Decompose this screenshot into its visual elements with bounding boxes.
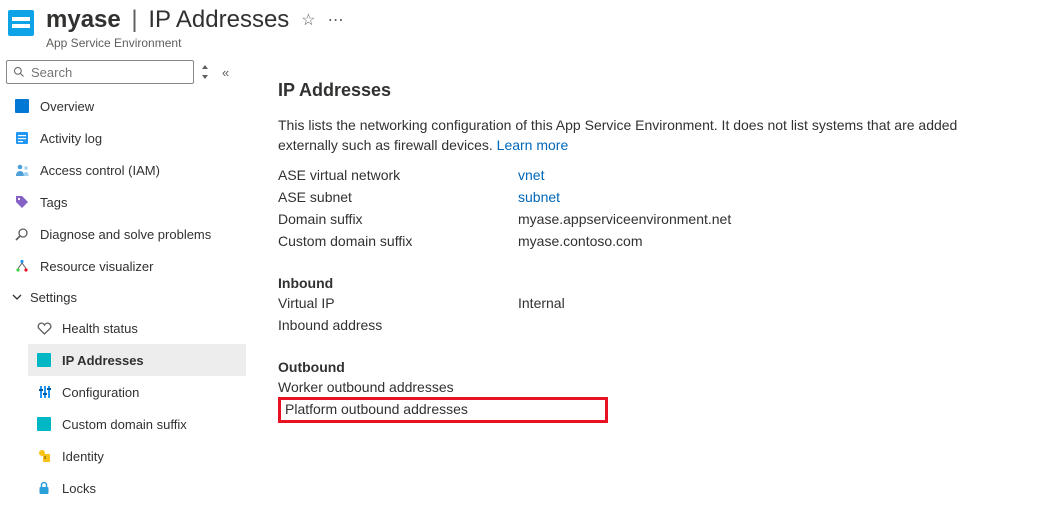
sidebar-item-tags[interactable]: Tags bbox=[6, 186, 246, 218]
page-title: myase | IP Addresses bbox=[46, 6, 289, 34]
search-icon bbox=[13, 66, 25, 78]
more-icon[interactable]: ⋯ bbox=[328, 10, 344, 30]
sidebar-item-label: Identity bbox=[62, 449, 104, 464]
locks-icon bbox=[36, 480, 52, 496]
main-content: IP Addresses This lists the networking c… bbox=[254, 60, 1040, 504]
health-status-icon bbox=[36, 320, 52, 336]
favorite-icon[interactable]: ☆ bbox=[301, 10, 315, 30]
sidebar-item-resource-visualizer[interactable]: Resource visualizer bbox=[6, 250, 246, 282]
resource-visualizer-icon bbox=[14, 258, 30, 274]
ase-vnet-link[interactable]: vnet bbox=[518, 167, 544, 183]
sidebar-item-label: IP Addresses bbox=[62, 353, 144, 368]
sidebar-item-ip-addresses[interactable]: IP Addresses bbox=[28, 344, 246, 376]
sidebar-group-label: Settings bbox=[30, 290, 77, 305]
sidebar: « Overview Activity log Access control (… bbox=[0, 60, 254, 504]
custom-domain-icon bbox=[36, 416, 52, 432]
custom-domain-suffix-label: Custom domain suffix bbox=[278, 233, 518, 249]
sidebar-item-custom-domain-suffix[interactable]: Custom domain suffix bbox=[28, 408, 246, 440]
resource-type-label: App Service Environment bbox=[46, 36, 1032, 50]
sidebar-item-label: Overview bbox=[40, 99, 94, 114]
collapse-sidebar-icon[interactable]: « bbox=[222, 65, 229, 80]
identity-icon bbox=[36, 448, 52, 464]
inbound-heading: Inbound bbox=[278, 275, 1040, 291]
platform-outbound-label: Platform outbound addresses bbox=[285, 401, 468, 417]
sidebar-group-settings[interactable]: Settings bbox=[6, 282, 246, 312]
sidebar-item-label: Activity log bbox=[40, 131, 102, 146]
sidebar-item-configuration[interactable]: Configuration bbox=[28, 376, 246, 408]
description-text: This lists the networking configuration … bbox=[278, 115, 1018, 155]
worker-outbound-label: Worker outbound addresses bbox=[278, 379, 518, 395]
title-separator: | bbox=[131, 6, 137, 33]
sidebar-item-label: Resource visualizer bbox=[40, 259, 153, 274]
platform-outbound-highlight: Platform outbound addresses bbox=[278, 397, 608, 423]
sidebar-item-label: Tags bbox=[40, 195, 67, 210]
main-title: IP Addresses bbox=[278, 80, 1040, 101]
search-input[interactable] bbox=[31, 65, 187, 80]
sidebar-item-label: Diagnose and solve problems bbox=[40, 227, 211, 242]
activity-log-icon bbox=[14, 130, 30, 146]
sidebar-item-label: Custom domain suffix bbox=[62, 417, 187, 432]
sidebar-item-identity[interactable]: Identity bbox=[28, 440, 246, 472]
sidebar-item-label: Health status bbox=[62, 321, 138, 336]
domain-suffix-label: Domain suffix bbox=[278, 211, 518, 227]
ip-addresses-icon bbox=[36, 352, 52, 368]
ase-subnet-label: ASE subnet bbox=[278, 189, 518, 205]
virtual-ip-label: Virtual IP bbox=[278, 295, 518, 311]
resource-type-icon bbox=[8, 10, 34, 36]
expand-sort-icon[interactable] bbox=[200, 65, 210, 79]
inbound-address-label: Inbound address bbox=[278, 317, 518, 333]
sidebar-item-locks[interactable]: Locks bbox=[28, 472, 246, 504]
sidebar-search[interactable] bbox=[6, 60, 194, 84]
sidebar-item-diagnose[interactable]: Diagnose and solve problems bbox=[6, 218, 246, 250]
domain-suffix-value: myase.appserviceenvironment.net bbox=[518, 211, 731, 227]
configuration-icon bbox=[36, 384, 52, 400]
sidebar-item-overview[interactable]: Overview bbox=[6, 90, 246, 122]
tags-icon bbox=[14, 194, 30, 210]
outbound-heading: Outbound bbox=[278, 359, 1040, 375]
sidebar-item-health-status[interactable]: Health status bbox=[28, 312, 246, 344]
sidebar-item-label: Locks bbox=[62, 481, 96, 496]
ase-vnet-label: ASE virtual network bbox=[278, 167, 518, 183]
virtual-ip-value: Internal bbox=[518, 295, 565, 311]
custom-domain-suffix-value: myase.contoso.com bbox=[518, 233, 643, 249]
resource-name: myase bbox=[46, 6, 121, 33]
access-control-icon bbox=[14, 162, 30, 178]
sidebar-item-label: Access control (IAM) bbox=[40, 163, 160, 178]
chevron-down-icon bbox=[12, 292, 22, 302]
blade-header: myase | IP Addresses ☆ ⋯ App Service Env… bbox=[0, 0, 1040, 50]
diagnose-icon bbox=[14, 226, 30, 242]
ase-subnet-link[interactable]: subnet bbox=[518, 189, 560, 205]
learn-more-link[interactable]: Learn more bbox=[497, 137, 569, 153]
overview-icon bbox=[14, 98, 30, 114]
sidebar-item-label: Configuration bbox=[62, 385, 139, 400]
sidebar-item-activity-log[interactable]: Activity log bbox=[6, 122, 246, 154]
blade-name: IP Addresses bbox=[148, 6, 289, 33]
sidebar-item-access-control[interactable]: Access control (IAM) bbox=[6, 154, 246, 186]
